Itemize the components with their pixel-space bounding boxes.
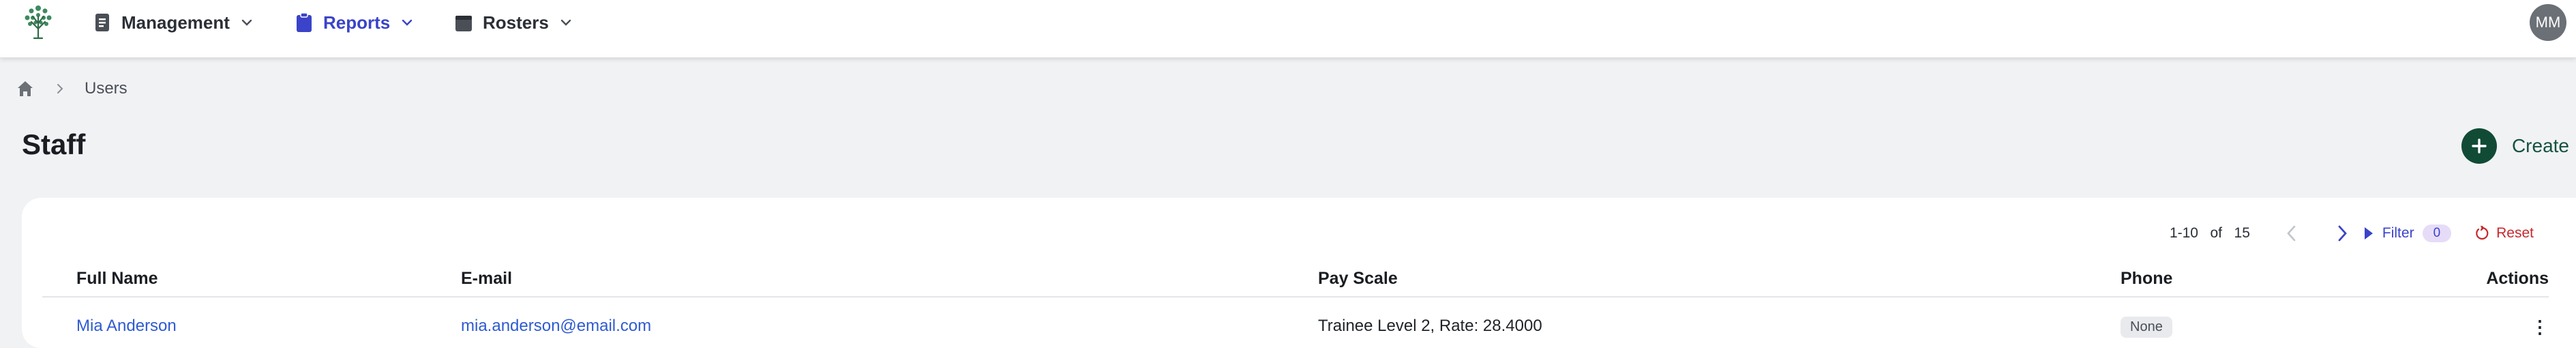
page-title: Staff (22, 128, 86, 160)
pagination-total: 15 (2234, 225, 2250, 241)
row-actions-icon[interactable]: ⋮ (2531, 317, 2549, 338)
caret-right-icon (2364, 227, 2373, 240)
column-header-pay-scale[interactable]: Pay Scale (1318, 269, 1398, 289)
column-header-email[interactable]: E-mail (461, 269, 512, 289)
pagination-of-label: of (2210, 225, 2223, 241)
column-header-actions: Actions (2486, 269, 2549, 288)
create-button[interactable]: Create (2461, 127, 2569, 165)
reset-button[interactable]: Reset (2474, 225, 2534, 242)
chevron-down-icon (402, 19, 413, 26)
pay-scale-cell: Trainee Level 2, Rate: 28.4000 (1318, 317, 1542, 335)
reset-icon (2476, 226, 2489, 240)
table-header: Full Name E-mail Pay Scale Phone Actions (42, 266, 2549, 298)
phone-badge: None (2121, 317, 2172, 338)
create-button-label: Create (2511, 135, 2569, 156)
column-header-full-name[interactable]: Full Name (76, 269, 158, 289)
filter-label: Filter (2382, 225, 2414, 241)
column-header-phone[interactable]: Phone (2121, 269, 2172, 289)
plus-icon (2461, 128, 2497, 164)
breadcrumb: Users (15, 75, 128, 102)
filter-count-badge: 0 (2422, 224, 2452, 242)
avatar-initials: MM (2535, 14, 2561, 31)
chevron-left-icon (2287, 225, 2296, 242)
table-toolbar: 1-10 of 15 Filter 0 Reset (2170, 220, 2534, 247)
chevron-down-icon (560, 19, 571, 26)
breadcrumb-item-users[interactable]: Users (85, 79, 128, 98)
reset-label: Reset (2496, 225, 2534, 241)
user-avatar[interactable]: MM (2530, 4, 2566, 41)
home-icon[interactable] (15, 78, 35, 99)
calendar-icon (455, 16, 472, 31)
chevron-right-icon (2338, 225, 2347, 242)
filter-button[interactable]: Filter 0 (2363, 224, 2452, 242)
pagination-range-value: 1-10 (2169, 225, 2198, 241)
chevron-down-icon (241, 19, 252, 26)
pagination-range: 1-10 of 15 (2170, 225, 2250, 242)
full-name-link[interactable]: Mia Anderson (76, 317, 177, 336)
nav-management-label: Management (121, 12, 230, 33)
top-navigation-bar: Management Reports Rosters MM (0, 0, 2576, 58)
nav-rosters[interactable]: Rosters (454, 0, 573, 45)
clipboard-icon (297, 12, 312, 32)
nav-reports[interactable]: Reports (295, 0, 415, 45)
next-page-button[interactable] (2332, 223, 2352, 244)
table-row: Mia Anderson mia.anderson@email.com Trai… (42, 298, 2549, 338)
tree-logo-icon[interactable] (18, 1, 59, 42)
nav-rosters-label: Rosters (483, 12, 549, 33)
nav-management[interactable]: Management (93, 0, 254, 45)
chevron-right-icon (57, 84, 63, 93)
previous-page-button[interactable] (2281, 223, 2302, 244)
document-icon (95, 14, 109, 31)
email-link[interactable]: mia.anderson@email.com (461, 317, 651, 336)
nav-reports-label: Reports (323, 12, 391, 33)
